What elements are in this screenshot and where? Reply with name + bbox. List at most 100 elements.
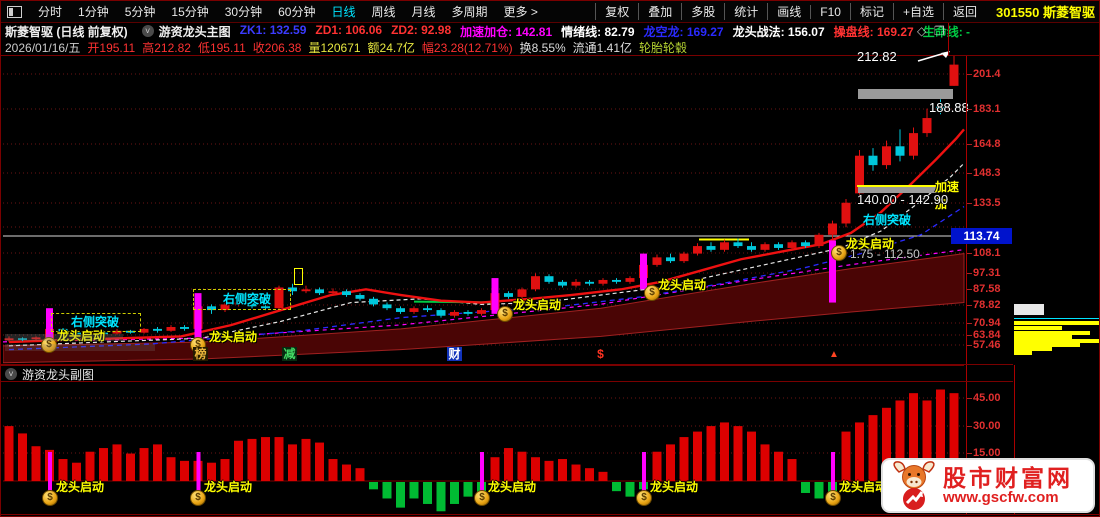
candle [652,257,662,265]
logo-site-name: 股市财富网 [943,464,1073,491]
candle [706,246,716,250]
indicator-value-2: ZD2: 92.98 [391,22,452,37]
collapse-sub-icon[interactable]: ˅ [5,368,17,380]
annotation-text: ▲ [829,349,839,360]
candle [909,133,918,156]
sub-chart[interactable]: 龙头启动 龙头启动 龙头启动 龙头启动 龙头启动 $ $ $ $ $ [3,382,966,514]
tab-timeframe-4[interactable]: 30分钟 [217,5,270,19]
candle [774,244,783,248]
tab-timeframe-8[interactable]: 月线 [404,5,444,19]
menubar: 分时 1分钟 5分钟 15分钟 30分钟 60分钟 日线 周线 月线 多周期 更多 > 复权 叠加 多股… [1,1,1099,23]
toolbar-button-6[interactable]: 标记 [849,3,893,20]
sub-pane-title[interactable]: 游资龙头副图 [22,366,94,383]
candle [166,327,176,331]
candle [463,311,473,314]
candle [895,146,905,156]
signal-bar [640,253,647,290]
tab-timeframe-6[interactable]: 日线 [323,5,363,19]
candle [558,281,567,286]
window-icon[interactable] [7,5,22,18]
indicator-bar [139,448,149,481]
indicator-bar [571,464,581,481]
ohlc-field-3: 收206.38 [252,41,302,55]
axis-tick [967,144,972,145]
candle [342,291,351,296]
tab-timeframe-2[interactable]: 5分钟 [117,5,164,19]
indicator-bar [153,444,162,481]
volume-profile-panel [1014,56,1099,364]
candle [801,242,810,247]
candle [598,279,608,284]
toolbar-button-3[interactable]: 统计 [724,3,767,20]
annotation-text: 1.75 - 112.50 [850,247,920,261]
tab-timeframe-5[interactable]: 60分钟 [270,5,323,19]
indicator-bar [760,444,770,481]
indicator-bar [652,451,662,481]
indicator-bar [855,422,864,481]
axis-tick [967,335,972,336]
indicator-value-7: 操盘线: 169.27 [833,24,914,39]
main-price-axis: 201.4 183.1 164.8 148.3 133.5 108.1 97.31 87.58… [966,56,1015,364]
candle [544,276,554,282]
candle [828,223,837,235]
stock-title: 斯菱智驱 (日线 前复权) [5,24,128,39]
bull-icon [893,460,935,510]
panes-icon[interactable]: ❐ [934,24,945,38]
tab-timeframe-0[interactable]: 分时 [30,5,70,19]
axis-tick [967,173,972,174]
candle [585,281,594,284]
toolbar-button-8[interactable]: 返回 [942,3,986,20]
candle [922,118,932,134]
indicator-bar [85,451,95,481]
main-pane-title[interactable]: 游资龙头主图 [159,23,231,40]
tab-timeframe-10[interactable]: 更多 > [496,5,546,19]
candle [301,289,311,292]
toolbar-button-2[interactable]: 多股 [681,3,724,20]
arrow-icon [917,50,951,69]
indicator-bar [774,451,783,481]
indicator-bar [18,433,27,481]
axis-label: 87.58 [973,283,1001,295]
flag-marker [294,268,303,285]
indicator-bar [126,453,135,481]
money-bag-icon: $ [831,245,847,261]
toolbar-button-7[interactable]: +自选 [892,3,943,20]
axis-tick [967,203,972,204]
indicator-bar [598,471,608,481]
highlight-bar [5,344,155,351]
gscfw-logo: 股市财富网 www.gscfw.com [881,458,1095,513]
candle [450,311,459,316]
toolbar-button-1[interactable]: 叠加 [638,3,681,20]
divider [1,514,1099,515]
indicator-bar [517,451,527,481]
candle [477,310,486,314]
toolbar-button-4[interactable]: 画线 [767,3,810,20]
tab-timeframe-1[interactable]: 1分钟 [70,5,117,19]
indicator-value-6: 龙头战法: 156.07 [732,24,825,39]
indicator-bar [369,482,378,490]
highlight-bar [5,334,123,341]
timeframe-menu: 分时 1分钟 5分钟 15分钟 30分钟 60分钟 日线 周线 月线 多周期 更多 > [30,3,546,21]
money-bag-icon: $ [42,490,58,506]
axis-tick [967,74,972,75]
logo-url: www.gscfw.com [943,488,1059,506]
tab-timeframe-9[interactable]: 多周期 [444,5,496,19]
axis-tick [967,398,972,399]
collapse-main-icon[interactable]: ˅ [141,25,154,37]
candle [531,276,540,290]
tab-timeframe-7[interactable]: 周线 [363,5,403,19]
indicator-value-0: ZK1: 132.59 [239,22,307,37]
tab-timeframe-3[interactable]: 15分钟 [163,5,216,19]
main-chart[interactable]: 212.82 188.88 加速加 140.00 - 142.90 右侧突破 龙头启动 $ 右… [2,49,969,364]
candle [612,279,621,282]
axis-label: 78.82 [973,299,1001,311]
annotation-text: 龙头启动 [839,480,888,494]
indicator-bar [247,438,257,481]
candle [814,234,824,247]
candle [369,298,378,305]
diamond-icon[interactable]: ◇ [917,24,926,38]
toolbar-button-5[interactable]: F10 [810,4,850,19]
toolbar-button-0[interactable]: 复权 [595,3,638,20]
annotation-text: 龙头启动 [650,480,699,494]
money-bag-icon: $ [644,285,660,301]
